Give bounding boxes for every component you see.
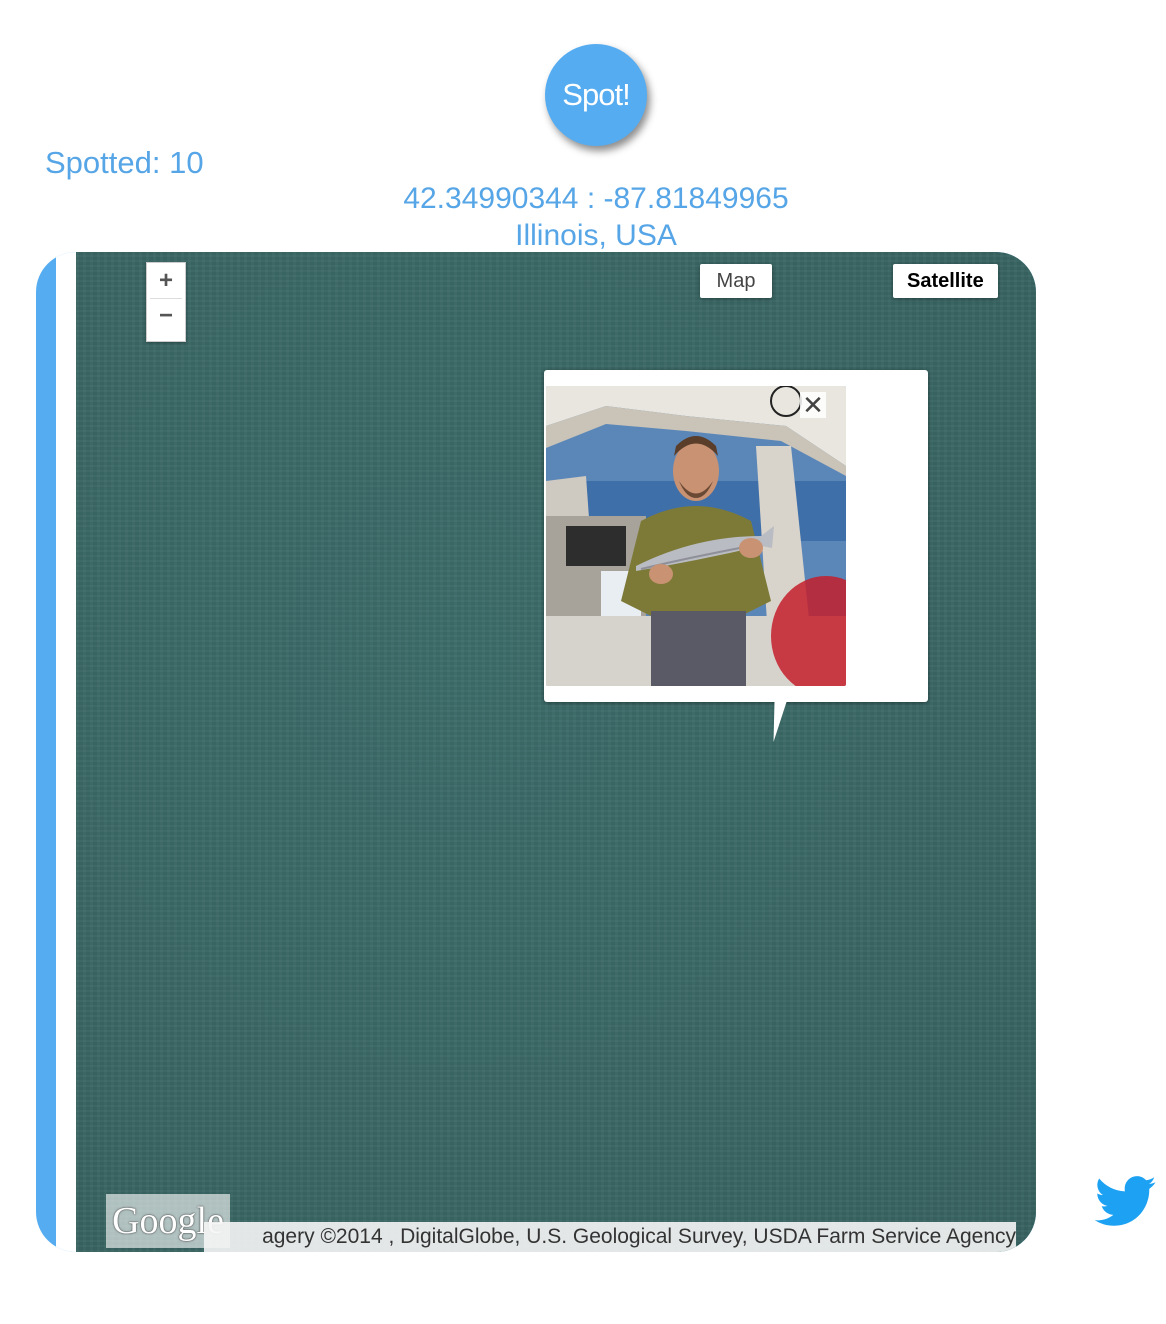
map-container: + − Map Satellite ✕ Google agery ©2014 ,… [36, 252, 1036, 1252]
photo-image [546, 386, 846, 686]
place-text: Illinois, USA [515, 219, 677, 252]
spotted-count: Spotted: 10 [45, 145, 204, 180]
location-info: 42.34990344 : -87.81849965 Illinois, USA [0, 180, 1166, 254]
zoom-control: + − [146, 262, 186, 342]
map-frame-gap [56, 252, 76, 1252]
zoom-out-button[interactable]: − [150, 298, 182, 332]
close-icon[interactable]: ✕ [800, 390, 826, 420]
spot-button[interactable]: Spot! [545, 44, 647, 146]
twitter-bird-icon[interactable] [1095, 1176, 1157, 1228]
map-attribution: agery ©2014 , DigitalGlobe, U.S. Geologi… [204, 1222, 1016, 1252]
info-window: ✕ [544, 370, 928, 702]
map-type-satellite-button[interactable]: Satellite [893, 264, 998, 298]
spotted-photo: ✕ [546, 386, 846, 686]
map-type-map-button[interactable]: Map [700, 264, 772, 298]
coordinates-text: 42.34990344 : -87.81849965 [403, 182, 789, 215]
info-window-pointer [761, 702, 787, 742]
zoom-in-button[interactable]: + [150, 264, 182, 297]
map-canvas[interactable]: + − Map Satellite ✕ Google agery ©2014 ,… [76, 252, 1036, 1252]
